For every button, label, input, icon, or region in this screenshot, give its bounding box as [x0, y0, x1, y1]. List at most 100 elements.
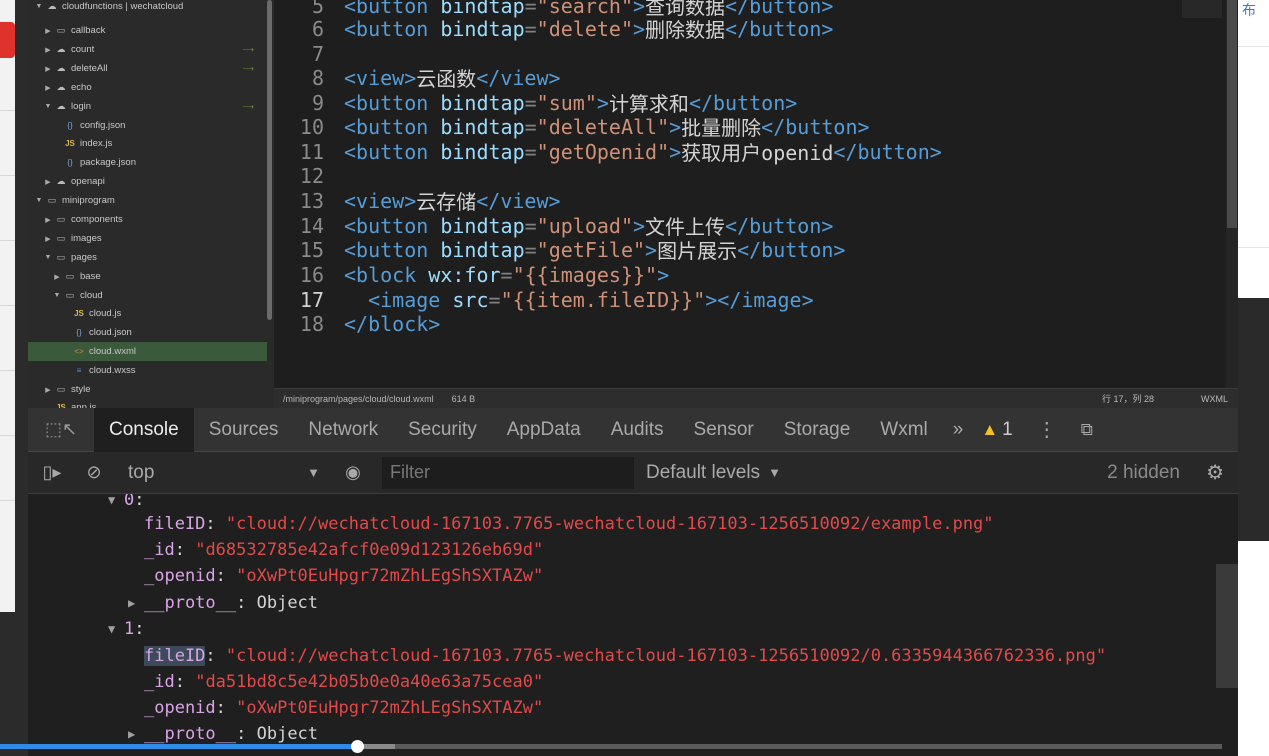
status-cursor-position[interactable]: 行 17，列 28: [1102, 392, 1154, 405]
tab-network[interactable]: Network: [293, 408, 393, 452]
file-tree-item[interactable]: ▼ ▭ miniprogram: [28, 191, 268, 210]
tab-wxml[interactable]: Wxml: [865, 408, 942, 452]
video-progress-bar[interactable]: [0, 740, 1222, 753]
file-tree-item[interactable]: JS cloud.js: [28, 304, 268, 323]
caret-down-icon[interactable]: ▼: [34, 197, 44, 204]
caret-right-icon[interactable]: ▶: [43, 46, 53, 54]
caret-right-icon[interactable]: ▶: [43, 178, 53, 186]
tab-appdata[interactable]: AppData: [492, 408, 596, 452]
file-tree-item[interactable]: ▶ ☁ echo: [28, 78, 268, 97]
console-proto-row[interactable]: ▶ __proto__: Object: [128, 590, 318, 616]
clear-console-icon[interactable]: ⊘: [76, 462, 112, 483]
code-line[interactable]: 12: [274, 163, 344, 188]
file-tree-item[interactable]: {} config.json: [28, 116, 268, 135]
code-line[interactable]: 17 <image src = "{{item.fileID}}" ></image>: [274, 287, 814, 312]
file-tree-item[interactable]: ▶ ☁ count ⟶: [28, 40, 268, 59]
video-scrubber-handle[interactable]: [350, 740, 364, 753]
code-line[interactable]: 11 <button bindtap = "getOpenid" > 获取用户openid…: [274, 139, 942, 166]
console-output[interactable]: ▼ 0: fileID: "cloud://wechatcloud-167103.7…: [28, 494, 1238, 756]
console-separator: :: [215, 698, 237, 718]
file-tree-item[interactable]: ▶ ▭ images: [28, 229, 268, 248]
code-line[interactable]: 16 <block wx:for = "{{images}}" >: [274, 262, 669, 287]
caret-right-icon[interactable]: ▶: [52, 273, 62, 281]
more-tabs-icon[interactable]: »: [943, 419, 974, 441]
sidebar-toggle-icon[interactable]: ▯▸: [34, 462, 70, 483]
console-index-row[interactable]: ▼ 0:: [108, 494, 145, 513]
file-tree-item[interactable]: ▶ ▭ components: [28, 210, 268, 229]
file-tree-item[interactable]: ▼ ☁ cloudfunctions | wechatcloud: [28, 0, 268, 16]
file-tree-item[interactable]: ▼ ▭ pages: [28, 248, 268, 267]
file-tree-item[interactable]: ▶ ☁ deleteAll ⟶: [28, 59, 268, 78]
tab-sources[interactable]: Sources: [194, 408, 294, 452]
line-number: 8: [311, 65, 324, 90]
context-selector[interactable]: top ▼: [128, 462, 328, 484]
minimap[interactable]: [1182, 0, 1222, 18]
dock-side-icon[interactable]: ⧉: [1073, 420, 1101, 440]
file-tree-item[interactable]: ▶ ▭ style: [28, 380, 268, 399]
code-line[interactable]: 8 <view> 云函数 </view>: [274, 65, 561, 92]
code-token-str: "deleteAll": [536, 114, 670, 139]
json-file-icon: {}: [67, 158, 73, 167]
editor-scrollbar-track[interactable]: [1226, 0, 1238, 388]
inspect-element-icon[interactable]: ⬚↖: [28, 408, 94, 452]
code-line[interactable]: 7: [274, 41, 344, 66]
caret-right-icon[interactable]: ▶: [43, 84, 53, 92]
file-tree-item[interactable]: ▼ ▭ cloud: [28, 286, 268, 305]
caret-right-icon[interactable]: ▶: [43, 235, 53, 243]
code-token-attr: wx:for: [428, 262, 501, 287]
warning-counter[interactable]: ▲ 1: [973, 419, 1020, 441]
tab-audits[interactable]: Audits: [596, 408, 679, 452]
tab-console[interactable]: Console: [94, 407, 194, 452]
kebab-menu-icon[interactable]: ⋮: [1021, 417, 1073, 442]
file-tree-label: cloud.js: [89, 308, 122, 319]
log-levels-dropdown[interactable]: Default levels ▼: [646, 462, 781, 484]
code-line[interactable]: 10 <button bindtap = "deleteAll" > 批量删除 </butt…: [274, 114, 870, 141]
caret-down-icon[interactable]: ▼: [52, 292, 62, 299]
caret-down-icon[interactable]: ▼: [43, 103, 53, 110]
tab-storage[interactable]: Storage: [769, 408, 866, 452]
caret-right-icon[interactable]: ▶: [43, 216, 53, 224]
caret-down-icon[interactable]: ▼: [43, 254, 53, 261]
console-index-row[interactable]: ▼ 1:: [108, 616, 145, 642]
code-line[interactable]: 6 <button bindtap = "delete" > 删除数据 </button>: [274, 16, 833, 43]
code-token-tag: </view>: [476, 188, 561, 213]
file-tree-item[interactable]: ▶ ☁ openapi: [28, 172, 268, 191]
caret-right-icon[interactable]: ▶: [43, 65, 53, 73]
file-tree-item[interactable]: <> cloud.wxml: [28, 342, 267, 361]
code-line[interactable]: 14 <button bindtap = "upload" > 文件上传 </button>: [274, 213, 834, 240]
live-expression-eye-icon[interactable]: ◉: [338, 462, 368, 483]
code-line[interactable]: 18 </block>: [274, 311, 440, 336]
file-tree-item[interactable]: ▶ ▭ callback: [28, 21, 268, 40]
expand-down-icon[interactable]: ▼: [108, 622, 124, 636]
file-tree-item[interactable]: ≡ cloud.wxss: [28, 361, 268, 380]
expand-right-icon[interactable]: ▶: [128, 727, 144, 741]
caret-down-icon[interactable]: ▼: [34, 3, 44, 10]
console-key: _id: [144, 540, 175, 560]
caret-right-icon[interactable]: ▶: [43, 27, 53, 35]
status-language[interactable]: WXML: [1201, 394, 1228, 404]
file-tree-item[interactable]: {} package.json: [28, 153, 268, 172]
file-tree-item[interactable]: ▶ ▭ base: [28, 267, 268, 286]
console-key: fileID: [144, 646, 206, 666]
gear-icon[interactable]: ⚙: [1206, 460, 1224, 485]
code-editor[interactable]: 5 <button bindtap = "search" > 查询数据 </button> 6…: [274, 0, 1238, 388]
code-token-tag: >: [669, 114, 682, 139]
caret-right-icon[interactable]: ▶: [43, 386, 53, 394]
file-tree-item[interactable]: JS app.js: [28, 398, 268, 408]
console-scrollbar[interactable]: [1216, 564, 1238, 688]
file-tree-item[interactable]: ▼ ☁ login ⟶: [28, 97, 268, 116]
console-filter-input[interactable]: Filter: [382, 456, 634, 489]
editor-scrollbar-thumb[interactable]: [1227, 0, 1237, 228]
expand-right-icon[interactable]: ▶: [128, 596, 144, 610]
file-tree-label: count: [71, 44, 95, 55]
file-tree-item[interactable]: {} cloud.json: [28, 323, 268, 342]
code-line[interactable]: 15 <button bindtap = "getFile" > 图片展示 </button…: [274, 237, 846, 264]
tab-sensor[interactable]: Sensor: [679, 408, 769, 452]
cloud-folder-icon: ☁: [56, 44, 66, 54]
cloud-folder-icon: ☁: [56, 63, 66, 73]
file-tree-item[interactable]: JS index.js: [28, 134, 268, 153]
expand-down-icon[interactable]: ▼: [108, 494, 124, 507]
file-tree-label: login: [71, 101, 92, 112]
code-line[interactable]: 13 <view> 云存储 </view>: [274, 188, 561, 215]
tab-security[interactable]: Security: [393, 408, 492, 452]
